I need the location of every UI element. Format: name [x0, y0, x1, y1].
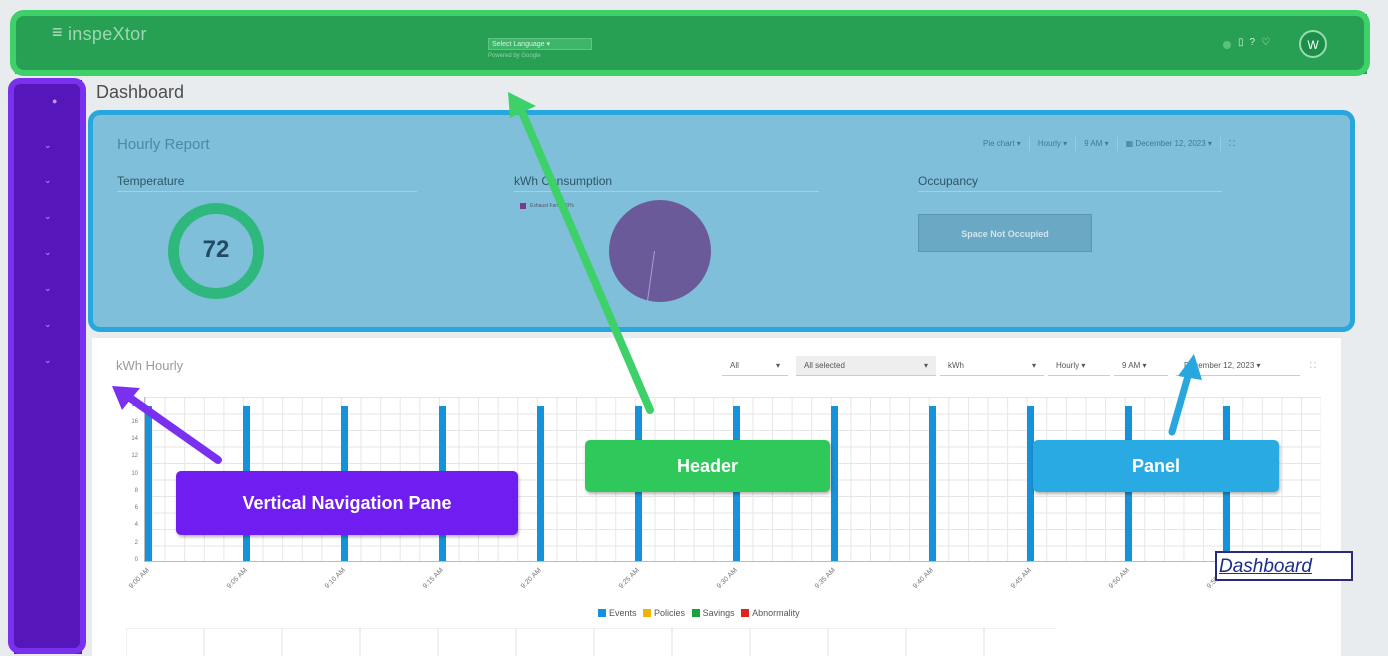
- panel-arrow: [1168, 372, 1192, 436]
- panel-arrow-head: [1178, 354, 1202, 380]
- navigation-pane-label: Vertical Navigation Pane: [176, 471, 518, 535]
- header-label: Header: [585, 440, 830, 492]
- header-arrow: [518, 108, 654, 414]
- panel-label: Panel: [1033, 440, 1279, 492]
- dashboard-caption: Dashboard: [1215, 551, 1353, 581]
- annotation-arrows: [112, 92, 1202, 464]
- nav-arrow: [126, 394, 222, 464]
